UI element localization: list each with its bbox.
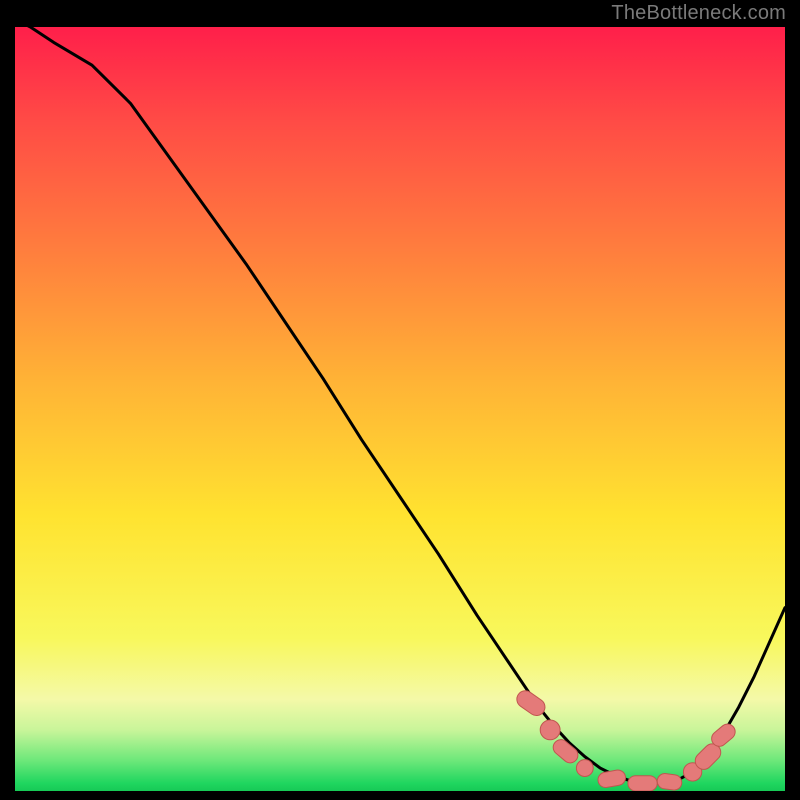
- curve-marker-dot: [576, 760, 593, 777]
- curve-marker-dot: [540, 720, 560, 740]
- curve-group: [15, 27, 785, 783]
- bottleneck-curve-svg: [15, 27, 785, 791]
- curve-marker-pill: [597, 769, 627, 789]
- watermark-label: TheBottleneck.com: [611, 2, 786, 25]
- outer-frame: TheBottleneck.com: [0, 0, 800, 800]
- curve-marker-pill: [628, 776, 657, 791]
- bottleneck-curve-path: [15, 27, 785, 783]
- marker-group: [514, 687, 739, 791]
- curve-marker-pill: [550, 737, 581, 766]
- curve-marker-pill: [656, 773, 683, 791]
- chart-plot-area: [15, 27, 785, 791]
